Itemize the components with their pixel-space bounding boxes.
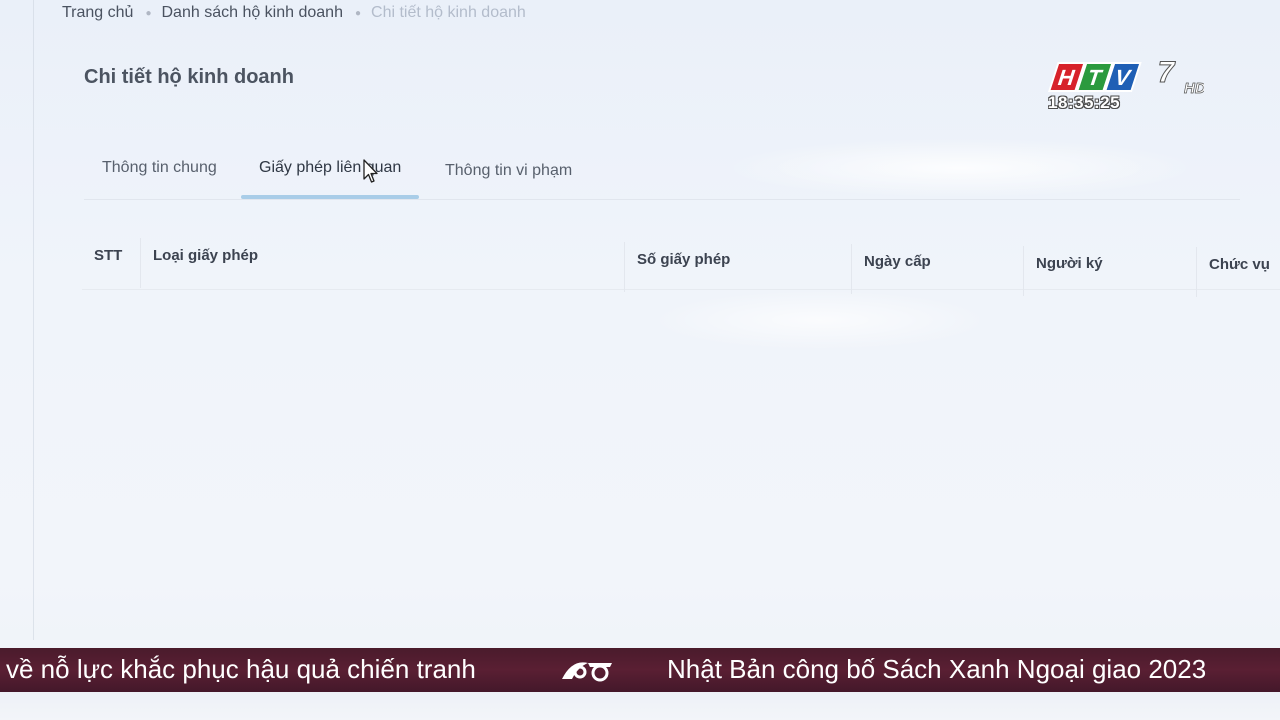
ticker-text-left: về nỗ lực khắc phục hậu quả chiến tranh [6, 654, 476, 684]
ticker-text-right: Nhật Bản công bố Sách Xanh Ngoại giao 20… [667, 654, 1207, 684]
breadcrumb-separator-icon: ● [145, 7, 152, 19]
breadcrumb-separator-icon: ● [354, 7, 362, 19]
ticker-separator-icon [562, 662, 612, 682]
column-header-position[interactable]: Chức vụ [1196, 247, 1270, 297]
column-header-issue-date[interactable]: Ngày cấp [851, 244, 931, 294]
column-header-license-number[interactable]: Số giấy phép [624, 242, 730, 292]
tab-related-licenses[interactable]: Giấy phép liên quan [241, 157, 420, 199]
tab-violations[interactable]: Thông tin vi phạm [427, 160, 590, 202]
news-ticker: về nỗ lực khắc phục hậu quả chiến tranh … [0, 648, 1280, 692]
bottom-strip [0, 692, 1280, 720]
svg-text:7: 7 [1158, 58, 1176, 89]
htv7-logo-icon: H T V 7 HD [1047, 58, 1204, 97]
content-divider [33, 0, 34, 640]
column-header-stt[interactable]: STT [82, 238, 122, 288]
tab-general-info[interactable]: Thông tin chung [84, 157, 235, 199]
column-header-signer[interactable]: Người ký [1023, 246, 1103, 296]
tab-bar: Thông tin chung Giấy phép liên quan Thôn… [84, 150, 1240, 200]
mouse-cursor-icon [363, 159, 378, 183]
breadcrumb: Trang chủ ● Danh sách hộ kinh doanh ● Ch… [62, 2, 526, 24]
page-title: Chi tiết hộ kinh doanh [84, 66, 294, 88]
breadcrumb-home-link[interactable]: Trang chủ [62, 4, 133, 22]
license-table-header: STT Loại giấy phép Số giấy phép Ngày cấp… [82, 238, 1280, 297]
breadcrumb-list-link[interactable]: Danh sách hộ kinh doanh [162, 4, 343, 22]
breadcrumb-current: Chi tiết hộ kinh doanh [371, 4, 526, 21]
broadcast-clock: 18:35:25 [1048, 93, 1121, 112]
screen-glare [650, 290, 990, 350]
column-header-license-type[interactable]: Loại giấy phép [140, 238, 258, 288]
svg-text:HD: HD [1184, 80, 1204, 97]
